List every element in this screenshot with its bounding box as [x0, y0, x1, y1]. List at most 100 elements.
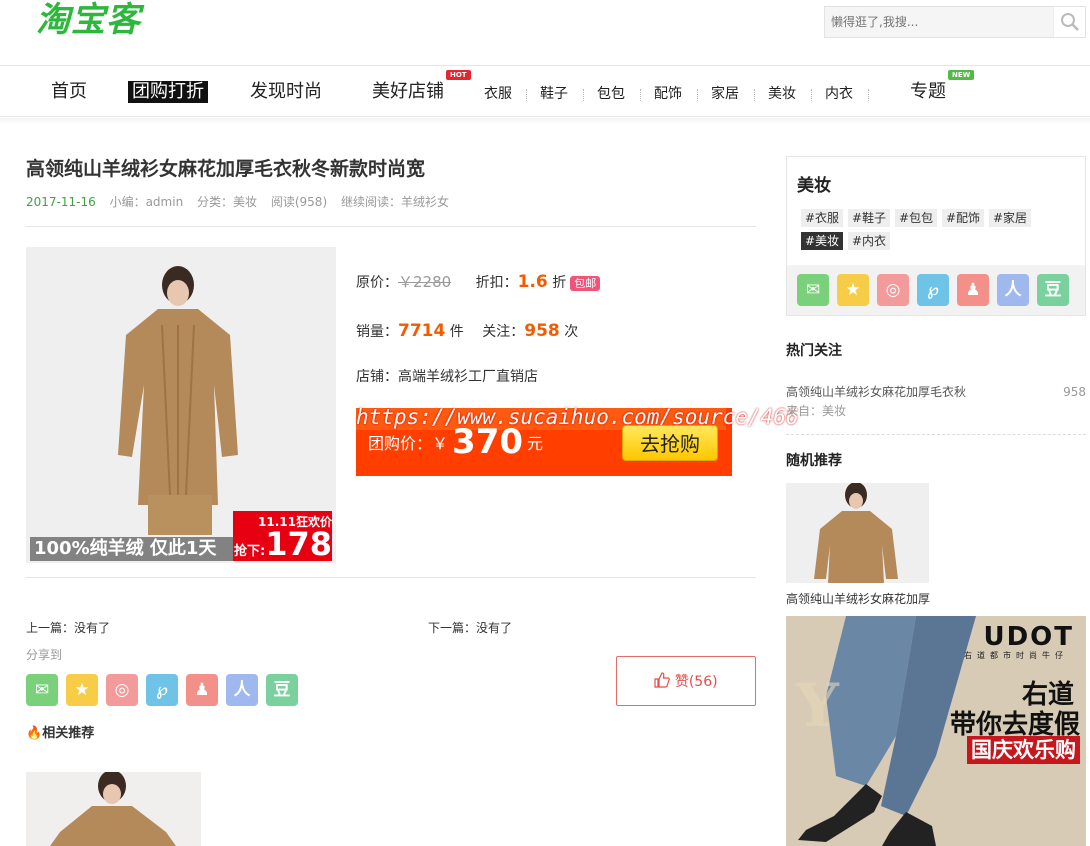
discount-value: 1.6 — [517, 272, 548, 292]
tag-clothes[interactable]: #衣服 — [801, 209, 844, 227]
nav-beauty[interactable]: 美妆 — [768, 86, 796, 102]
nav-bags[interactable]: 包包 — [597, 86, 625, 102]
image-caption: 100%纯羊绒 仅此1天 — [34, 538, 217, 559]
article-meta: 2017-11-16 小编：admin 分类：美妆 阅读(958) 继续阅读：羊… — [26, 194, 459, 210]
article-date: 2017-11-16 — [26, 195, 96, 209]
buy-now-button[interactable]: 去抢购 — [622, 425, 718, 461]
related-thumb-image — [50, 772, 176, 846]
category-title: 美妆 — [797, 176, 831, 196]
related-thumbnail[interactable] — [26, 772, 201, 846]
random-thumb-image — [814, 483, 898, 583]
image-price-value: 178 — [265, 525, 332, 563]
tag-underwear[interactable]: #内衣 — [848, 232, 891, 250]
renren-icon[interactable]: 人 — [997, 274, 1029, 306]
random-thumbnail[interactable] — [786, 483, 929, 583]
douban-icon[interactable]: 豆 — [266, 674, 298, 706]
tag-home[interactable]: #家居 — [989, 209, 1032, 227]
article-continue[interactable]: 继续阅读：羊绒衫女 — [341, 195, 449, 209]
qzone-icon[interactable]: ★ — [837, 274, 869, 306]
image-price-label: 抢下: — [234, 544, 266, 559]
tag-beauty[interactable]: #美妆 — [801, 232, 844, 250]
nav-shoes[interactable]: 鞋子 — [540, 86, 568, 102]
tag-shoes[interactable]: #鞋子 — [848, 209, 891, 227]
group-price-label: 团购价： — [368, 434, 433, 453]
group-price-currency: ￥ — [432, 434, 449, 453]
wechat-icon[interactable]: ✉ — [26, 674, 58, 706]
nav-discover[interactable]: 发现时尚 — [250, 81, 322, 103]
nav-clothes[interactable]: 衣服 — [484, 86, 512, 102]
nav-shadow — [0, 118, 1090, 124]
hot-item[interactable]: 高领纯山羊绒衫女麻花加厚毛衣秋 958 来自：美妆 — [786, 384, 1086, 419]
nav-home-goods[interactable]: 家居 — [711, 86, 739, 102]
article-reads: 阅读(958) — [270, 195, 328, 209]
prev-post-link[interactable]: 上一篇：没有了 — [26, 620, 110, 636]
dashed-divider — [786, 434, 1086, 435]
nav-home[interactable]: 首页 — [51, 81, 87, 103]
renren-icon[interactable]: 人 — [226, 674, 258, 706]
tencent-weibo-icon[interactable]: ℘ — [146, 674, 178, 706]
nav-underwear[interactable]: 内衣 — [825, 86, 853, 102]
sales-unit: 件 — [449, 324, 464, 340]
site-logo[interactable]: 淘宝客 — [36, 0, 141, 40]
tencent-weibo-icon[interactable]: ℘ — [917, 274, 949, 306]
follow-value: 958 — [524, 321, 560, 341]
article-category[interactable]: 分类：美妆 — [197, 195, 257, 209]
weibo-icon[interactable]: ◎ — [877, 274, 909, 306]
group-price: 团购价：￥ 370 元 — [368, 425, 544, 459]
weibo-icon[interactable]: ◎ — [106, 674, 138, 706]
qq-icon[interactable]: ♟ — [957, 274, 989, 306]
tag-bags[interactable]: #包包 — [895, 209, 938, 227]
nav-separator — [640, 89, 641, 101]
douban-icon[interactable]: 豆 — [1037, 274, 1069, 306]
sidebar-share-buttons: ✉ ★ ◎ ℘ ♟ 人豆 — [787, 265, 1085, 315]
divider — [26, 226, 756, 227]
hot-item-count: 958 — [1063, 385, 1086, 399]
hot-item-title[interactable]: 高领纯山羊绒衫女麻花加厚毛衣秋 — [786, 384, 1086, 400]
hot-follow-title: 热门关注 — [786, 343, 842, 359]
nav-separator — [868, 89, 869, 101]
article-editor: 小编：admin — [109, 195, 184, 209]
shop-row: 店铺：高端羊绒衫工厂直销店 — [356, 367, 538, 387]
discount-unit: 折 — [552, 275, 567, 291]
ad-brand: UDOT — [983, 622, 1074, 652]
follow-unit: 次 — [564, 324, 579, 340]
shop-label: 店铺： — [356, 369, 398, 385]
original-price-label: 原价： — [356, 275, 398, 291]
share-label: 分享到 — [26, 648, 63, 662]
like-button[interactable]: 赞(56) — [616, 656, 756, 706]
nav-separator — [526, 89, 527, 101]
sales-row: 销量：7714 件 关注：958 次 — [356, 321, 578, 342]
category-box: 美妆 #衣服 #鞋子 #包包 #配饰 #家居 #美妆 #内衣 ✉ ★ ◎ ℘ ♟ 人豆 — [786, 156, 1086, 316]
nav-group-deals[interactable]: 团购打折 — [128, 81, 208, 103]
ad-subtitle: 右道都市时尚牛仔 — [964, 651, 1068, 660]
nav-accessories[interactable]: 配饰 — [654, 86, 682, 102]
ad-line-3: 国庆欢乐购 — [967, 736, 1080, 764]
qzone-icon[interactable]: ★ — [66, 674, 98, 706]
thumbs-up-icon — [654, 672, 671, 688]
udot-ad-banner[interactable]: Y UDOT 右道都市时尚牛仔 右道 带你去度假 国庆欢乐购 — [786, 616, 1086, 846]
article-title: 高领纯山羊绒衫女麻花加厚毛衣秋冬新款时尚宽 — [26, 158, 426, 180]
sales-value: 7714 — [398, 321, 446, 341]
random-title: 随机推荐 — [786, 453, 842, 469]
wechat-icon[interactable]: ✉ — [797, 274, 829, 306]
next-post-link[interactable]: 下一篇：没有了 — [428, 620, 512, 636]
search-input[interactable] — [825, 7, 1053, 37]
image-price: 抢下:178 — [234, 527, 332, 563]
fire-icon: 🔥 — [26, 726, 43, 741]
product-image[interactable]: 100%纯羊绒 仅此1天 11.11狂欢价 抢下:178 — [26, 247, 336, 563]
random-caption[interactable]: 高领纯山羊绒衫女麻花加厚 — [786, 590, 932, 607]
watermark-url: https://www.sucaihuo.com/source/466 — [356, 405, 799, 429]
qq-icon[interactable]: ♟ — [186, 674, 218, 706]
nav-topics[interactable]: 专题 — [910, 81, 946, 103]
related-heading: 🔥相关推荐 — [26, 722, 94, 741]
site-header: 淘宝客 — [0, 0, 1090, 66]
nav-shops[interactable]: 美好店铺 — [372, 81, 444, 103]
group-price-unit: 元 — [527, 434, 544, 453]
group-price-value: 370 — [452, 422, 524, 462]
search-button[interactable] — [1053, 7, 1085, 37]
svg-text:Y: Y — [795, 671, 840, 741]
main-nav: 首页 团购打折 发现时尚 美好店铺 HOT 衣服 鞋子 包包 配饰 家居 美妆 … — [0, 67, 1090, 117]
tag-accessories[interactable]: #配饰 — [942, 209, 985, 227]
shop-name[interactable]: 高端羊绒衫工厂直销店 — [398, 369, 538, 385]
nav-separator — [697, 89, 698, 101]
